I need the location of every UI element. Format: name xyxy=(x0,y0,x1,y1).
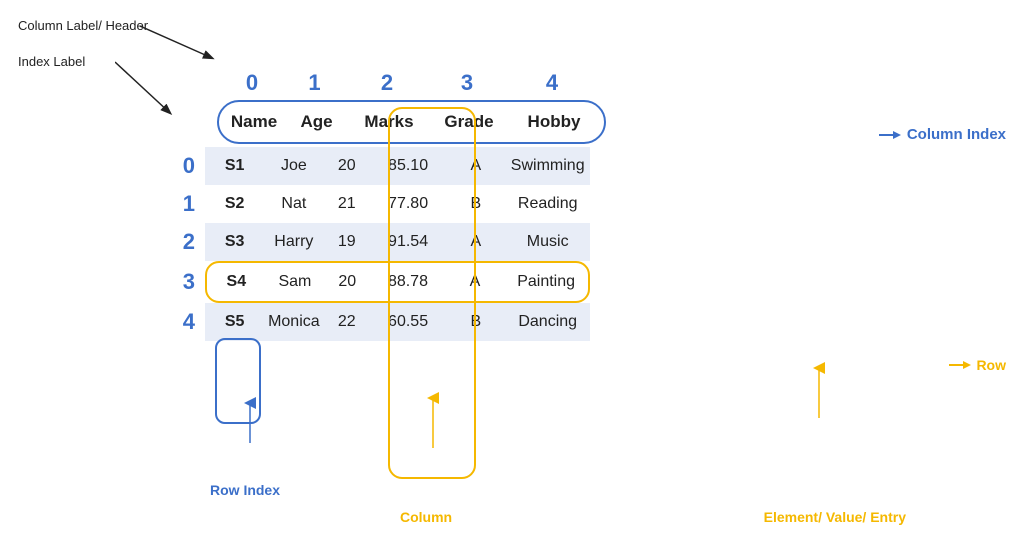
table-row: 2 S3 Harry 19 91.54 A Music xyxy=(155,223,606,261)
row-label: Row xyxy=(949,357,1006,373)
column-label: Column xyxy=(400,509,452,525)
cell-s3-hobby: Music xyxy=(505,223,590,261)
header-hobby: Hobby xyxy=(504,106,604,138)
col-num-0: 0 xyxy=(217,70,287,96)
cell-s1-idx: S1 xyxy=(205,147,264,185)
cell-s1-age: 20 xyxy=(323,147,370,185)
row-idx-0: 0 xyxy=(155,153,195,179)
cell-s2-idx: S2 xyxy=(205,185,264,223)
cell-s4-name: Sam xyxy=(266,263,325,301)
cell-s5-name: Monica xyxy=(264,303,323,341)
table-row: 0 S1 Joe 20 85.10 A Swimming xyxy=(155,147,606,185)
col-num-3: 3 xyxy=(432,70,502,96)
cell-s3-idx: S3 xyxy=(205,223,264,261)
cell-s3-grade: A xyxy=(446,223,505,261)
cell-s1-hobby: Swimming xyxy=(505,147,590,185)
cell-s2-name: Nat xyxy=(264,185,323,223)
column-arrow xyxy=(428,448,438,508)
col-label-annotation: Column Label/ Header xyxy=(18,18,148,33)
col-num-4: 4 xyxy=(502,70,602,96)
cell-s3-age: 19 xyxy=(323,223,370,261)
cell-s2-marks: 77.80 xyxy=(370,185,446,223)
element-label: Element/ Value/ Entry xyxy=(764,509,906,525)
table-area: 0 1 2 3 4 Name Age Marks Grade Hobby 0 S… xyxy=(155,70,606,341)
data-row-0: S1 Joe 20 85.10 A Swimming xyxy=(205,147,590,185)
cell-s3-marks: 91.54 xyxy=(370,223,446,261)
data-section: 0 S1 Joe 20 85.10 A Swimming 1 S2 Nat 21… xyxy=(155,147,606,341)
cell-s4-marks: 88.78 xyxy=(370,263,445,301)
cell-s5-age: 22 xyxy=(323,303,370,341)
header-marks: Marks xyxy=(344,106,434,138)
row-idx-3: 3 xyxy=(155,269,195,295)
cell-s5-hobby: Dancing xyxy=(505,303,590,341)
cell-s5-idx: S5 xyxy=(205,303,264,341)
cell-s5-marks: 60.55 xyxy=(370,303,446,341)
cell-s2-age: 21 xyxy=(323,185,370,223)
header-grade: Grade xyxy=(434,106,504,138)
index-label-annotation: Index Label xyxy=(18,54,85,69)
col-index-arrow-icon xyxy=(879,128,901,142)
data-row-1: S2 Nat 21 77.80 B Reading xyxy=(205,185,590,223)
data-row-2: S3 Harry 19 91.54 A Music xyxy=(205,223,590,261)
cell-s4-idx: S4 xyxy=(207,263,266,301)
data-row-3-highlighted: S4 Sam 20 88.78 A Painting xyxy=(205,261,590,303)
cell-s1-name: Joe xyxy=(264,147,323,185)
row-idx-1: 1 xyxy=(155,191,195,217)
cell-s4-hobby: Painting xyxy=(504,263,588,301)
element-arrow xyxy=(759,418,879,498)
cell-s1-marks: 85.10 xyxy=(370,147,446,185)
col-numbers-row: 0 1 2 3 4 xyxy=(217,70,606,96)
cell-s1-grade: A xyxy=(446,147,505,185)
table-row: 1 S2 Nat 21 77.80 B Reading xyxy=(155,185,606,223)
header-row-wrapper: Name Age Marks Grade Hobby xyxy=(217,100,606,144)
table-row: 4 S5 Monica 22 60.55 B Dancing xyxy=(155,303,606,341)
header-name: Name xyxy=(219,106,289,138)
cell-s5-grade: B xyxy=(446,303,505,341)
cell-s4-age: 20 xyxy=(324,263,370,301)
cell-s2-grade: B xyxy=(446,185,505,223)
cell-s3-name: Harry xyxy=(264,223,323,261)
row-arrow-icon xyxy=(949,358,971,372)
table-row: 3 S4 Sam 20 88.78 A Painting xyxy=(155,261,606,303)
row-index-arrow xyxy=(245,443,255,498)
header-age: Age xyxy=(289,106,344,138)
col-index-label: Column Index xyxy=(879,126,1006,143)
row-idx-4: 4 xyxy=(155,309,195,335)
cell-s4-grade: A xyxy=(446,263,505,301)
col-num-1: 1 xyxy=(287,70,342,96)
row-label-text: Row xyxy=(976,357,1006,373)
row-idx-2: 2 xyxy=(155,229,195,255)
row-index-border xyxy=(215,338,261,424)
col-index-text: Column Index xyxy=(907,126,1006,143)
col-num-2: 2 xyxy=(342,70,432,96)
data-row-4: S5 Monica 22 60.55 B Dancing xyxy=(205,303,590,341)
page-container: Column Label/ Header Index Label Column … xyxy=(0,0,1024,553)
header-row: Name Age Marks Grade Hobby xyxy=(217,100,606,144)
cell-s2-hobby: Reading xyxy=(505,185,590,223)
